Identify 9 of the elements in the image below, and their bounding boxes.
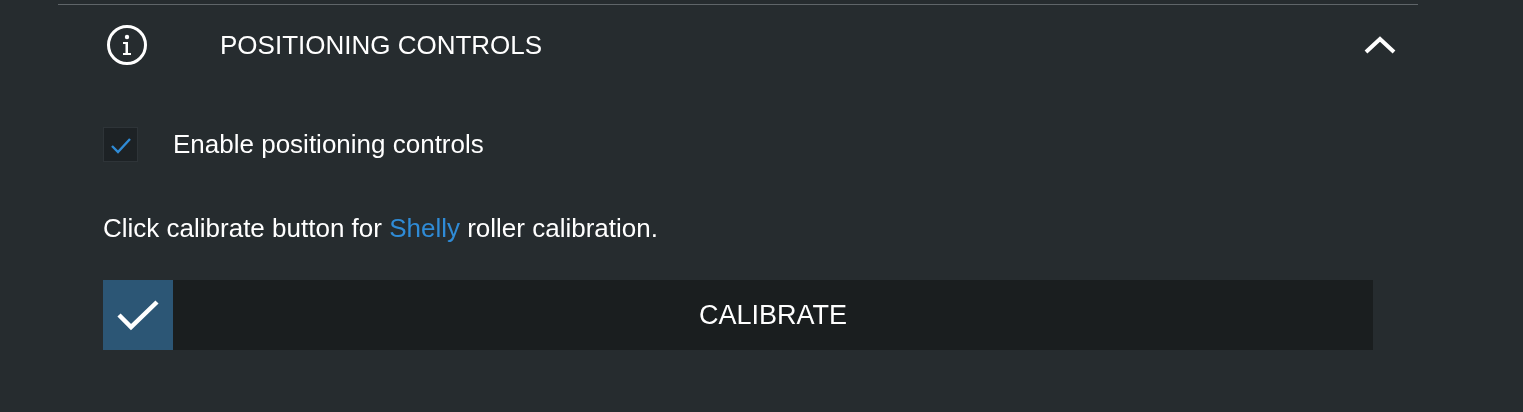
calibration-note: Click calibrate button for Shelly roller calibration. [103,213,659,243]
checkbox-label: Enable positioning controls [173,129,484,160]
shelly-link[interactable]: Shelly [389,213,460,243]
check-icon [103,280,173,350]
collapse-chevron-icon[interactable] [1364,35,1396,55]
calibrate-button[interactable]: CALIBRATE [173,280,1373,350]
section-title: POSITIONING CONTROLS [220,29,544,61]
checkbox[interactable] [103,127,138,162]
info-icon [106,24,148,66]
